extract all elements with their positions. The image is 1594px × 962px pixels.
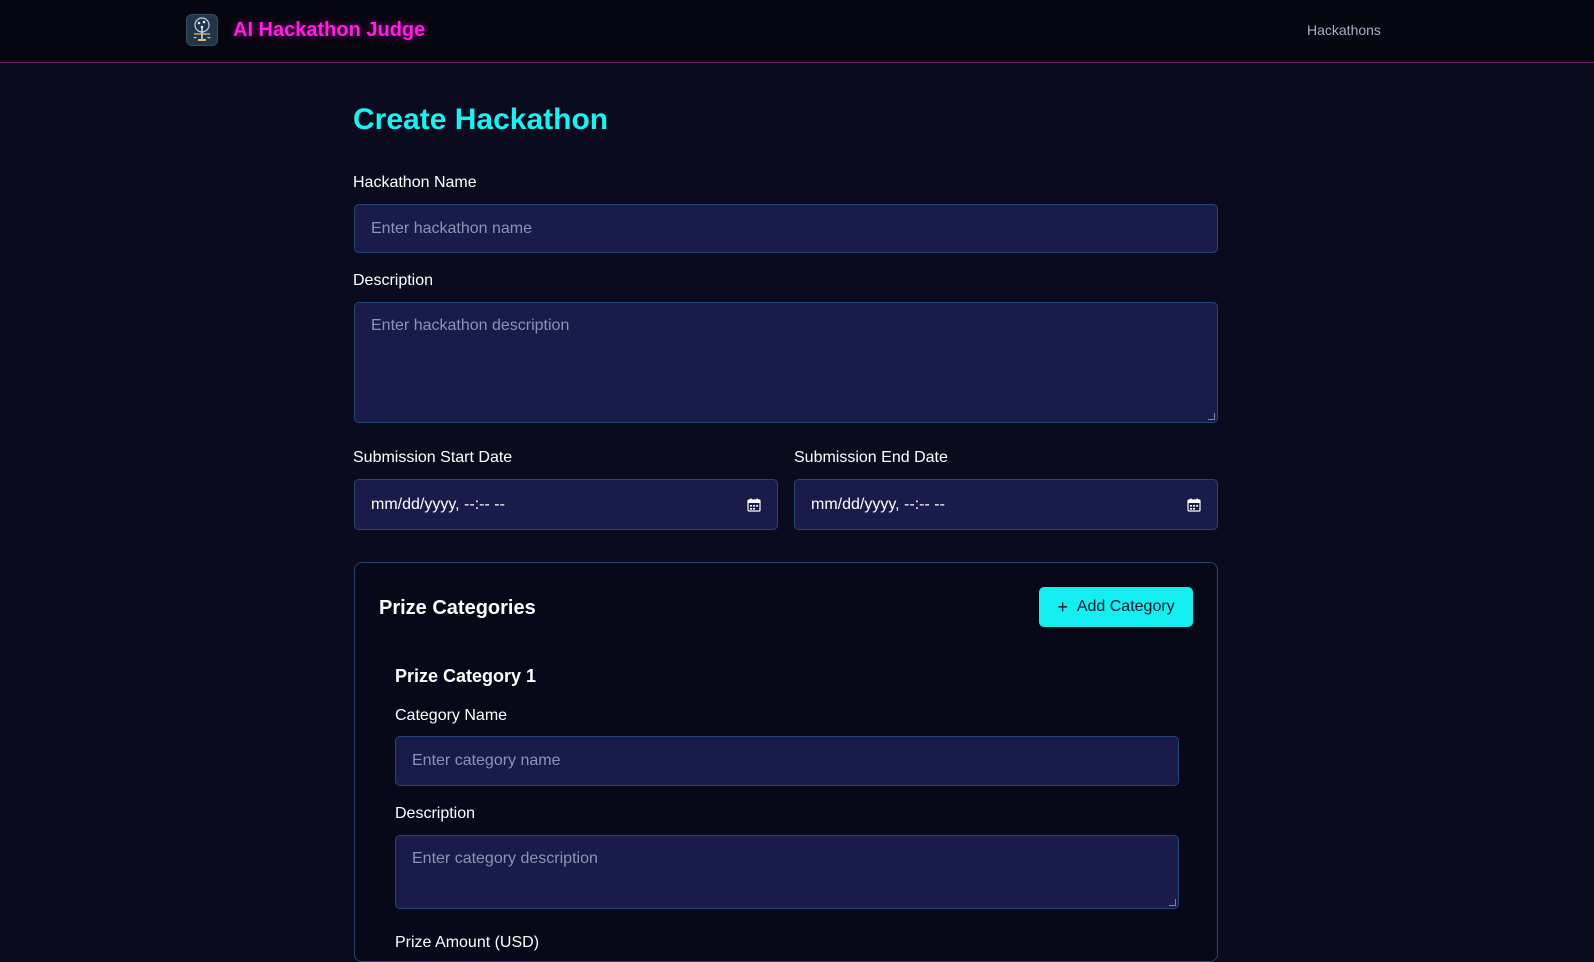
prize-amount-label: Prize Amount (USD) xyxy=(395,934,540,951)
top-navbar: AI Hackathon Judge Hackathons xyxy=(0,0,1594,63)
nav-link-hackathons[interactable]: Hackathons xyxy=(1307,22,1381,38)
start-date-value: mm/dd/yyyy, --:-- -- xyxy=(371,495,505,513)
plus-icon: + xyxy=(1057,597,1068,617)
prize-category-heading: Prize Category 1 xyxy=(395,666,537,686)
end-date-label: Submission End Date xyxy=(794,449,948,466)
calendar-icon[interactable] xyxy=(1187,498,1201,512)
hackathon-description-label: Description xyxy=(353,272,434,289)
end-date-value: mm/dd/yyyy, --:-- -- xyxy=(811,495,945,513)
end-date-input[interactable]: mm/dd/yyyy, --:-- -- xyxy=(794,479,1218,530)
resize-handle-icon[interactable] xyxy=(1208,413,1215,420)
hackathon-description-textarea[interactable] xyxy=(354,302,1218,423)
resize-handle-icon[interactable] xyxy=(1169,899,1176,906)
prize-categories-title: Prize Categories xyxy=(379,597,536,619)
add-category-label: Add Category xyxy=(1076,598,1175,615)
add-category-button[interactable]: + Add Category xyxy=(1039,587,1193,627)
category-name-label: Category Name xyxy=(395,707,508,724)
page-title: Create Hackathon xyxy=(353,103,609,136)
hackathon-name-input[interactable] xyxy=(354,204,1218,253)
brand-title[interactable]: AI Hackathon Judge xyxy=(233,19,425,42)
balance-tree-logo-icon xyxy=(186,14,218,46)
start-date-input[interactable]: mm/dd/yyyy, --:-- -- xyxy=(354,479,778,530)
calendar-icon[interactable] xyxy=(747,498,761,512)
category-description-label: Description xyxy=(395,805,476,822)
hackathon-name-label: Hackathon Name xyxy=(353,174,477,191)
start-date-label: Submission Start Date xyxy=(353,449,513,466)
category-name-input[interactable] xyxy=(395,736,1179,786)
brand[interactable]: AI Hackathon Judge xyxy=(186,13,425,47)
category-description-textarea[interactable] xyxy=(395,835,1179,909)
prize-categories-panel: Prize Categories + Add Category Prize Ca… xyxy=(354,562,1218,962)
